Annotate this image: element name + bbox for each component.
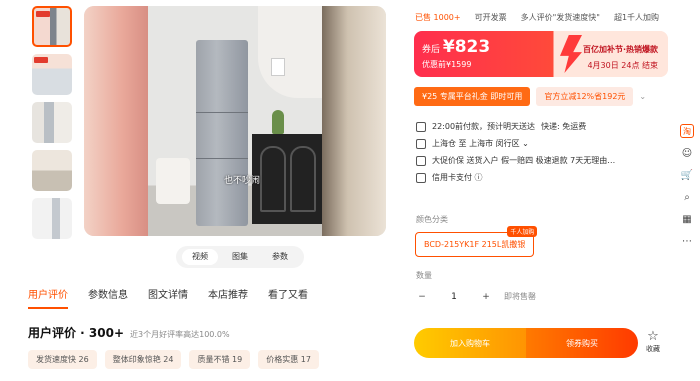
- card-icon: [416, 172, 426, 183]
- qr-icon[interactable]: ▦: [680, 212, 694, 226]
- thumbnail-3[interactable]: [32, 102, 72, 143]
- product-tabs: 用户评价 参数信息 图文详情 本店推荐 看了又看: [28, 286, 308, 309]
- official-discount[interactable]: 官方立减12%省192元: [536, 87, 634, 106]
- plant-image: [272, 110, 284, 134]
- tab-reviews[interactable]: 用户评价: [28, 286, 68, 309]
- invoice-label: 可开发票: [474, 13, 507, 22]
- badge-icon: [34, 57, 48, 63]
- cabinet-image: [252, 134, 322, 224]
- star-icon: ☆: [647, 329, 659, 344]
- event-panel: 百亿加补节·热销爆款 4月30日 24点 结束: [560, 31, 668, 77]
- search-icon[interactable]: ⌕: [680, 190, 694, 204]
- service-icon[interactable]: ☺: [680, 146, 694, 160]
- more-icon[interactable]: ⋯: [680, 234, 694, 248]
- delivery-time: 22:00前付款，预计明天送达: [432, 122, 536, 131]
- ship-route[interactable]: 上海仓 至 上海市 闵行区 ⌄: [432, 138, 529, 149]
- payment-method[interactable]: 信用卡支付 ⓘ: [432, 172, 483, 183]
- tab-specs[interactable]: 参数信息: [88, 286, 128, 301]
- tab-details[interactable]: 图文详情: [148, 286, 188, 301]
- price-banner: 券后 ¥823 优惠前¥1599 百亿加补节·热销爆款 4月30日 24点 结束: [414, 31, 668, 77]
- taobao-icon[interactable]: 淘: [680, 124, 694, 138]
- add-to-cart-button[interactable]: 加入购物车: [414, 328, 526, 358]
- original-price: 优惠前¥1599: [422, 60, 472, 69]
- fridge-image: [196, 40, 248, 226]
- favorite-label: 收藏: [646, 345, 660, 353]
- review-highlight: 多人评价"发货速度快": [520, 13, 600, 22]
- review-chip[interactable]: 发货速度快 26: [28, 350, 97, 369]
- room-scene: [148, 6, 322, 236]
- quantity-stepper: − 1 + 即将售罄: [416, 291, 536, 302]
- thumbnail-list: [32, 6, 72, 246]
- sales-stats: 已售 1000+ 可开发票 多人评价"发货速度快" 超1千人加购: [415, 12, 659, 23]
- image-blur-right: [322, 6, 386, 236]
- buy-now-button[interactable]: 领券购买: [526, 328, 638, 358]
- tab-params[interactable]: 参数: [262, 249, 298, 265]
- lightning-icon: [560, 35, 582, 73]
- color-option[interactable]: BCD-215YK1F 215L凯撒银 千人加购: [415, 226, 538, 257]
- purchase-bar: 加入购物车 领券购买: [414, 328, 638, 358]
- delivery-info: 22:00前付款，预计明天送达 快递: 免运费 上海仓 至 上海市 闵行区 ⌄ 大…: [416, 118, 615, 186]
- event-name: 百亿加补节·热销爆款: [582, 45, 658, 54]
- tab-also-viewed[interactable]: 看了又看: [268, 286, 308, 301]
- decrement-button[interactable]: −: [416, 292, 428, 302]
- quantity-value[interactable]: 1: [440, 292, 468, 302]
- clock-icon: [416, 121, 426, 132]
- main-product-image[interactable]: 也不吵闹: [84, 6, 386, 236]
- tab-gallery[interactable]: 图集: [222, 249, 258, 265]
- wall-frame: [271, 58, 285, 76]
- increment-button[interactable]: +: [480, 292, 492, 302]
- platform-coupon[interactable]: ¥25 专属平台礼金 即时可用: [414, 87, 531, 106]
- cart-icon[interactable]: 🛒: [680, 168, 694, 182]
- thumbnail-2[interactable]: [32, 54, 72, 95]
- chevron-down-icon[interactable]: ⌄: [639, 92, 646, 101]
- reviews-header: 用户评价 · 300+ 近3个月好评率高达100.0%: [28, 324, 230, 341]
- cart-adds: 超1千人加购: [613, 13, 660, 22]
- tab-store-recommend[interactable]: 本店推荐: [208, 286, 248, 301]
- tab-video[interactable]: 视频: [182, 249, 218, 265]
- video-caption: 也不吵闹: [224, 176, 261, 186]
- image-blur-left: [84, 6, 148, 236]
- thumbnail-1[interactable]: [32, 6, 72, 47]
- review-chip[interactable]: 整体印象惊艳 24: [104, 350, 182, 369]
- color-option-label: BCD-215YK1F 215L凯撒银: [424, 240, 526, 249]
- coupon-row: ¥25 专属平台礼金 即时可用 官方立减12%省192元 ⌄: [414, 87, 646, 106]
- final-price: ¥823: [442, 37, 491, 57]
- wall-arch: [258, 6, 322, 98]
- shipping-fee: 快递: 免运费: [541, 122, 587, 131]
- location-icon: [416, 138, 426, 149]
- color-option-tag: 千人加购: [507, 226, 538, 237]
- reviews-subtitle: 近3个月好评率高达100.0%: [130, 330, 230, 339]
- color-label: 颜色分类: [416, 215, 448, 224]
- stool-image: [156, 158, 190, 204]
- sold-count: 已售 1000+: [415, 13, 461, 22]
- review-chips: 发货速度快 26 整体印象惊艳 24 质量不错 19 价格实惠 17: [28, 350, 319, 369]
- price-label: 券后: [422, 45, 441, 55]
- favorite-button[interactable]: ☆ 收藏: [646, 330, 660, 354]
- review-chip[interactable]: 质量不错 19: [189, 350, 251, 369]
- service-guarantees[interactable]: 大促价保 送货入户 假一赔四 极速退款 7天无理由…: [432, 155, 615, 166]
- badge-icon: [36, 11, 50, 17]
- thumbnail-5[interactable]: [32, 198, 72, 239]
- event-end-date: 4月30日 24点 结束: [587, 61, 658, 70]
- thumbnail-4[interactable]: [32, 150, 72, 191]
- shield-icon: [416, 155, 426, 166]
- stock-note: 即将售罄: [504, 292, 536, 301]
- quantity-label: 数量: [416, 271, 432, 280]
- media-tabs: 视频 图集 参数: [176, 246, 304, 268]
- review-chip[interactable]: 价格实惠 17: [258, 350, 319, 369]
- reviews-title: 用户评价 · 300+: [28, 326, 125, 340]
- side-toolbar: 淘 ☺ 🛒 ⌕ ▦ ⋯: [680, 124, 694, 248]
